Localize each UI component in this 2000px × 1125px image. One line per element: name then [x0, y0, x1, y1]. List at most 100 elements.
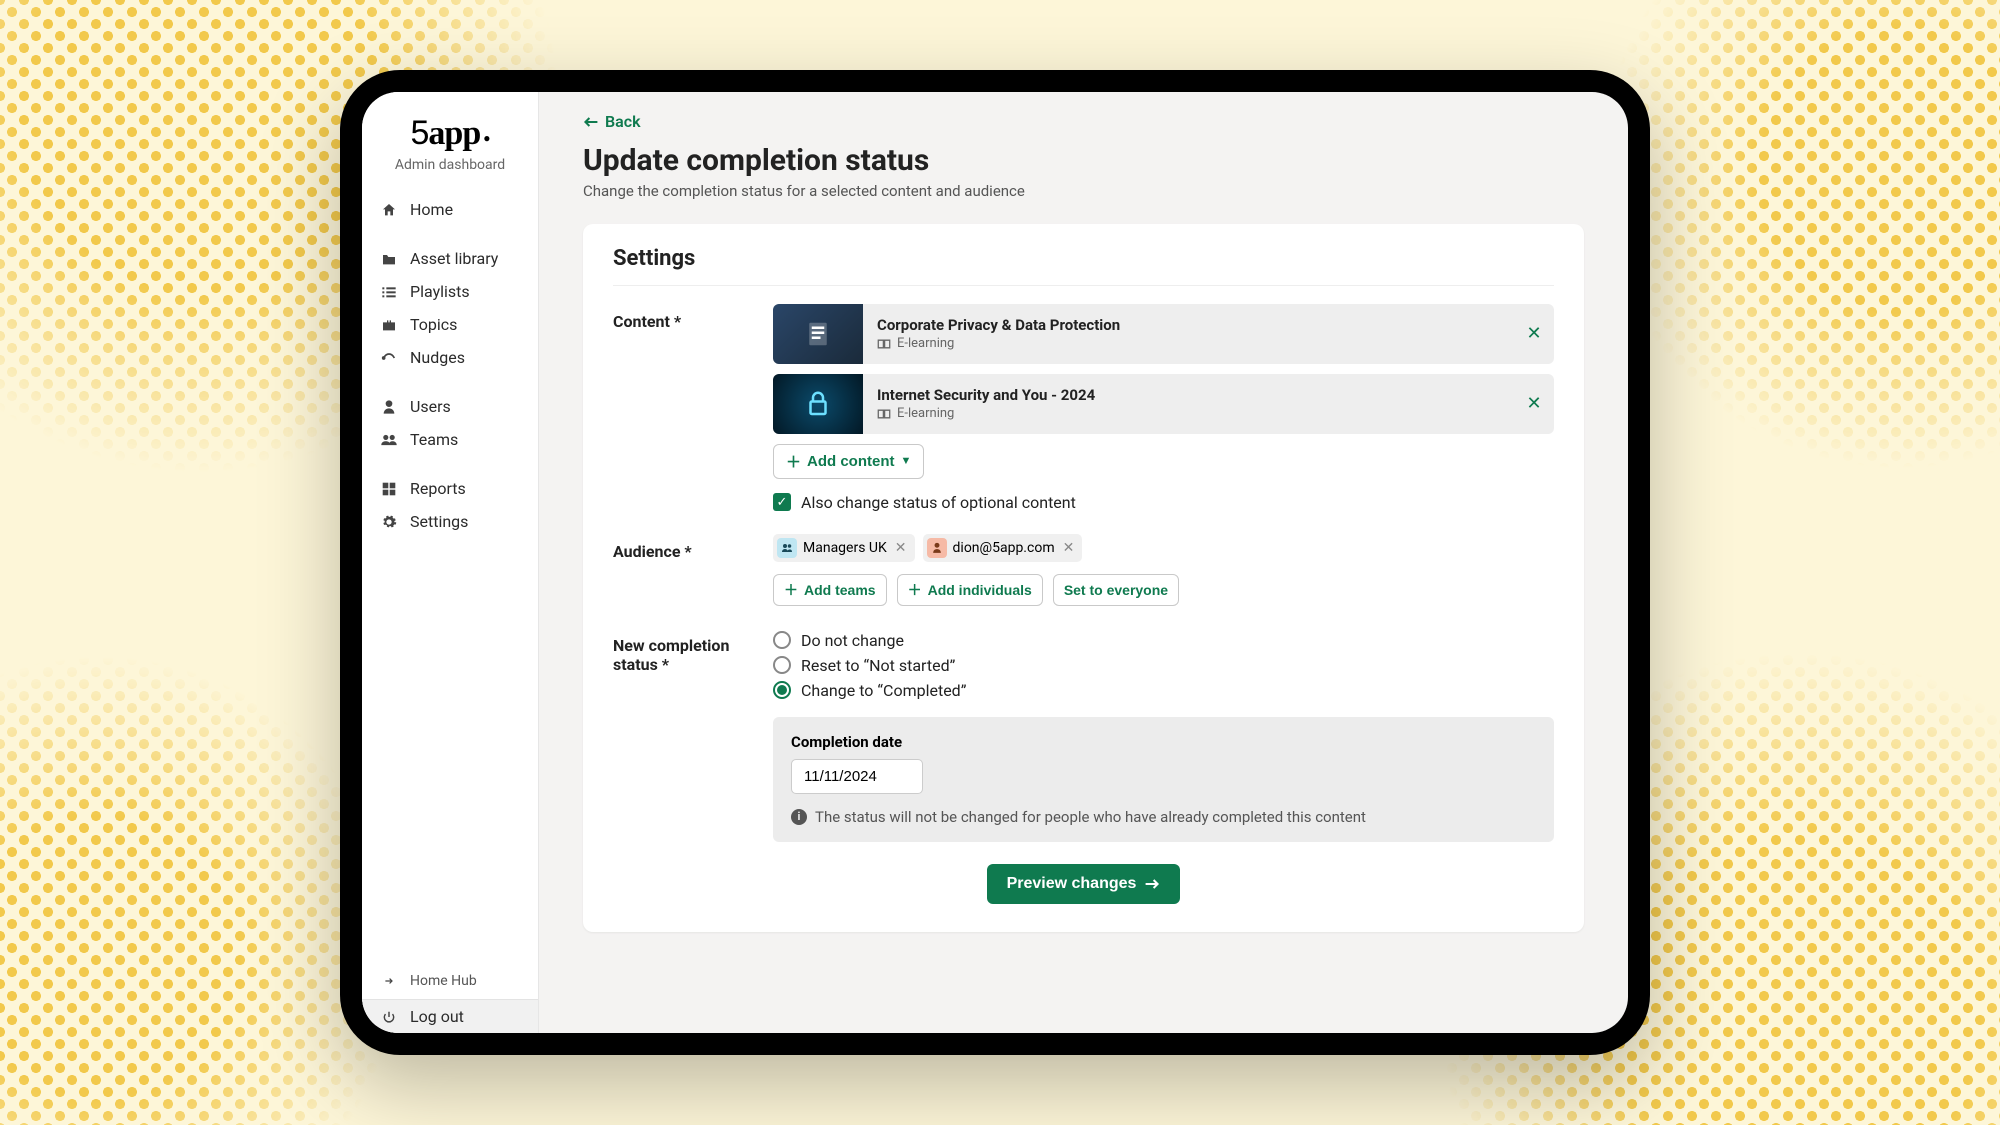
- completion-date-input[interactable]: [791, 759, 923, 794]
- sidebar-item-label: Users: [410, 397, 451, 416]
- team-icon: [777, 538, 797, 558]
- content-label: Content *: [613, 304, 751, 512]
- user-icon: [927, 538, 947, 558]
- content-title: Corporate Privacy & Data Protection: [877, 316, 1500, 334]
- content-type: E-learning: [897, 336, 954, 351]
- completion-date-label: Completion date: [791, 733, 1536, 751]
- add-individuals-button[interactable]: ＋ Add individuals: [897, 574, 1043, 606]
- status-option-reset[interactable]: Reset to “Not started”: [773, 653, 1554, 678]
- form-row-status: New completion status * Do not change Re…: [613, 628, 1554, 842]
- close-icon: ✕: [1526, 323, 1541, 344]
- audience-chip-team: Managers UK ✕: [773, 534, 915, 562]
- back-label: Back: [605, 112, 641, 131]
- sidebar-item-label: Home: [410, 200, 453, 219]
- sidebar-item-label: Nudges: [410, 348, 465, 367]
- book-icon: [877, 408, 891, 420]
- status-option-completed[interactable]: Change to “Completed”: [773, 678, 1554, 703]
- settings-card: Settings Content * Corporate Privacy & D…: [583, 224, 1584, 932]
- power-icon: [380, 1010, 398, 1024]
- back-link[interactable]: Back: [583, 112, 641, 131]
- button-label: Add individuals: [928, 582, 1032, 598]
- radio-unchecked-icon: [773, 631, 791, 649]
- home-icon: [380, 202, 398, 218]
- users-icon: [380, 433, 398, 447]
- sidebar-item-label: Playlists: [410, 282, 470, 301]
- button-label: Add content: [807, 453, 895, 470]
- content-type: E-learning: [897, 406, 954, 421]
- sidebar-item-playlists[interactable]: Playlists: [362, 275, 538, 308]
- status-label: New completion status *: [613, 628, 751, 842]
- sidebar-item-label: Log out: [410, 1007, 464, 1026]
- button-label: Preview changes: [1007, 875, 1137, 893]
- remove-content-button[interactable]: ✕: [1514, 323, 1554, 344]
- radio-label: Change to “Completed”: [801, 681, 966, 700]
- sidebar-item-reports[interactable]: Reports: [362, 472, 538, 505]
- logo: 5app●: [362, 106, 538, 157]
- sidebar-item-topics[interactable]: Topics: [362, 308, 538, 341]
- remove-content-button[interactable]: ✕: [1514, 393, 1554, 414]
- sidebar-subtitle: Admin dashboard: [362, 157, 538, 173]
- briefcase-icon: [380, 318, 398, 332]
- plus-icon: ＋: [784, 580, 798, 600]
- form-row-audience: Audience * Managers UK ✕: [613, 534, 1554, 606]
- remove-chip-button[interactable]: ✕: [1061, 540, 1077, 556]
- add-teams-button[interactable]: ＋ Add teams: [773, 574, 887, 606]
- nudge-icon: [380, 350, 398, 366]
- sidebar-home-hub[interactable]: Home Hub: [362, 963, 538, 999]
- sidebar-item-label: Teams: [410, 430, 458, 449]
- card-heading: Settings: [613, 246, 1554, 286]
- tablet-frame: 5app● Admin dashboard Home: [340, 70, 1650, 1055]
- sidebar-item-label: Topics: [410, 315, 457, 334]
- sidebar-item-users[interactable]: Users: [362, 390, 538, 423]
- sidebar-item-teams[interactable]: Teams: [362, 423, 538, 456]
- info-note: i The status will not be changed for peo…: [791, 808, 1536, 826]
- sidebar-logout[interactable]: Log out: [362, 999, 538, 1033]
- button-label: Add teams: [804, 582, 876, 598]
- info-text: The status will not be changed for peopl…: [815, 808, 1366, 826]
- sidebar-item-asset-library[interactable]: Asset library: [362, 242, 538, 275]
- sidebar-item-nudges[interactable]: Nudges: [362, 341, 538, 374]
- set-to-everyone-button[interactable]: Set to everyone: [1053, 574, 1179, 606]
- external-icon: [380, 975, 398, 987]
- form-row-content: Content * Corporate Privacy & Data Prote…: [613, 304, 1554, 512]
- radio-label: Reset to “Not started”: [801, 656, 955, 675]
- folder-icon: [380, 252, 398, 266]
- plus-icon: ＋: [908, 580, 922, 600]
- content-item: Internet Security and You - 2024 E-learn…: [773, 374, 1554, 434]
- page-subtitle: Change the completion status for a selec…: [583, 182, 1584, 200]
- radio-label: Do not change: [801, 631, 904, 650]
- close-icon: ✕: [1526, 393, 1541, 414]
- user-icon: [380, 399, 398, 415]
- content-title: Internet Security and You - 2024: [877, 386, 1500, 404]
- preview-changes-button[interactable]: Preview changes: [987, 864, 1181, 904]
- arrow-left-icon: [583, 115, 599, 129]
- gear-icon: [380, 514, 398, 530]
- remove-chip-button[interactable]: ✕: [893, 540, 909, 556]
- app-screen: 5app● Admin dashboard Home: [362, 92, 1628, 1033]
- page-title: Update completion status: [583, 143, 1584, 178]
- content-thumb-icon: [773, 374, 863, 434]
- content-item: Corporate Privacy & Data Protection E-le…: [773, 304, 1554, 364]
- plus-icon: ＋: [786, 451, 801, 472]
- button-label: Set to everyone: [1064, 582, 1168, 598]
- chip-label: dion@5app.com: [953, 540, 1055, 556]
- sidebar: 5app● Admin dashboard Home: [362, 92, 539, 1033]
- radio-checked-icon: [773, 681, 791, 699]
- sidebar-item-label: Asset library: [410, 249, 498, 268]
- add-content-button[interactable]: ＋ Add content ▼: [773, 444, 924, 479]
- book-icon: [877, 338, 891, 350]
- sidebar-item-label: Home Hub: [410, 973, 477, 989]
- sidebar-nav: Home Asset library Playlists: [362, 193, 538, 554]
- sidebar-item-home[interactable]: Home: [362, 193, 538, 226]
- sidebar-item-settings[interactable]: Settings: [362, 505, 538, 538]
- arrow-right-icon: [1144, 877, 1160, 891]
- grid-icon: [380, 482, 398, 496]
- completion-date-panel: Completion date i The status will not be…: [773, 717, 1554, 842]
- checkbox-label: Also change status of optional content: [801, 493, 1076, 512]
- info-icon: i: [791, 809, 807, 825]
- chevron-down-icon: ▼: [901, 455, 912, 467]
- status-option-no-change[interactable]: Do not change: [773, 628, 1554, 653]
- optional-content-checkbox[interactable]: ✓ Also change status of optional content: [773, 493, 1554, 512]
- main-content: Back Update completion status Change the…: [539, 92, 1628, 1033]
- audience-chip-user: dion@5app.com ✕: [923, 534, 1083, 562]
